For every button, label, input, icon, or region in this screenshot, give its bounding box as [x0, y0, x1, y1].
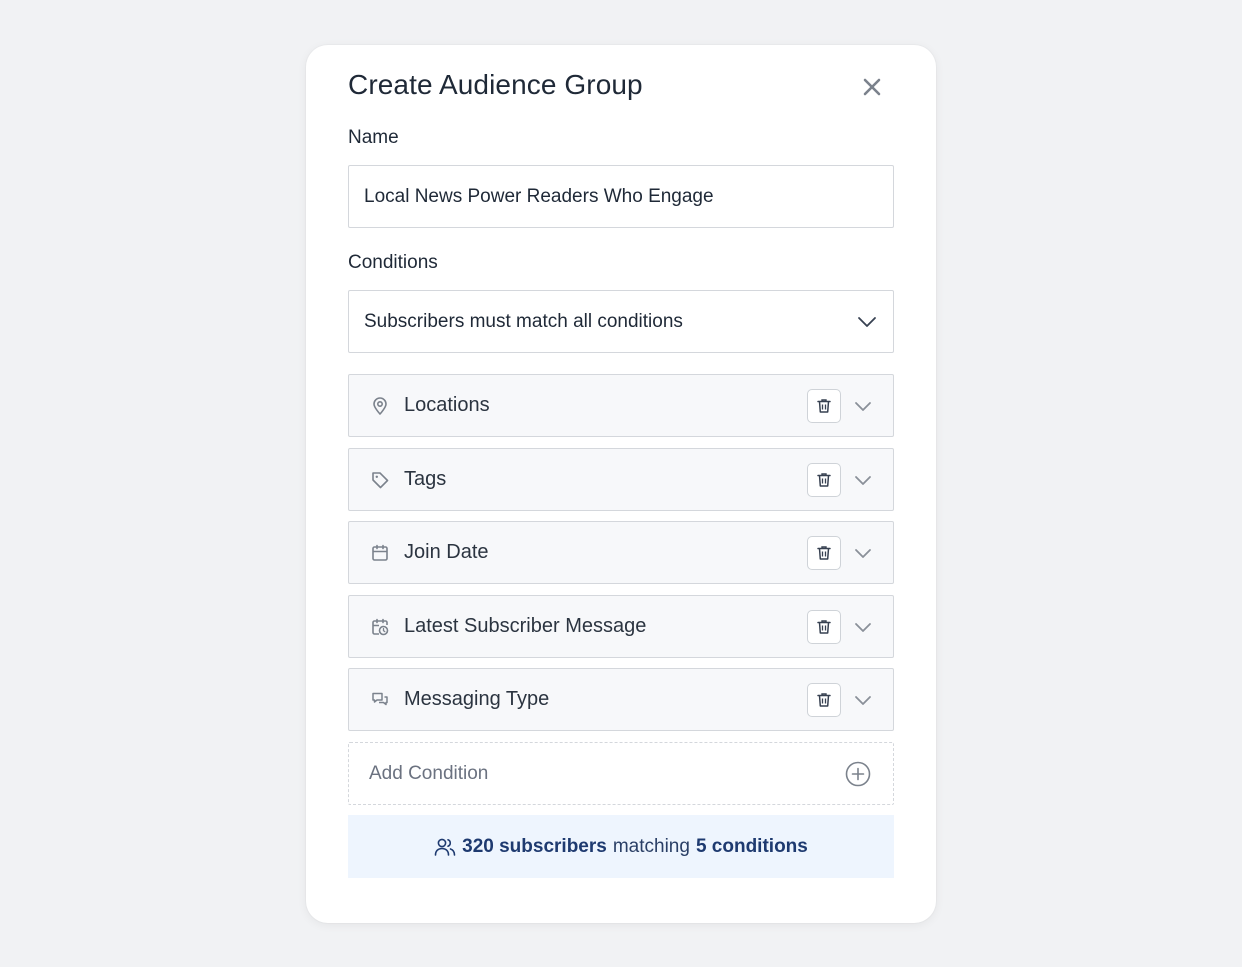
chevron-down-icon [855, 622, 871, 632]
condition-count: 5 conditions [695, 835, 808, 857]
trash-icon [817, 398, 831, 413]
chevron-down-icon [855, 475, 871, 485]
modal-title: Create Audience Group [348, 69, 643, 100]
delete-condition-button[interactable] [807, 682, 841, 717]
condition-row-join-date[interactable]: Join Date [348, 521, 894, 584]
expand-condition-chevron[interactable] [853, 396, 873, 416]
condition-label: Locations [404, 394, 490, 416]
chevron-down-icon [855, 548, 871, 558]
trash-icon [817, 619, 831, 634]
tag-icon [370, 470, 390, 490]
add-condition-button[interactable]: Add Condition [348, 742, 894, 805]
add-condition-label: Add Condition [369, 762, 489, 784]
name-label: Name [348, 127, 399, 148]
map-pin-icon [370, 396, 390, 416]
delete-condition-button[interactable] [807, 388, 841, 423]
trash-icon [817, 692, 831, 707]
chat-bubbles-icon [370, 690, 390, 710]
conditions-label: Conditions [348, 252, 438, 273]
audience-summary: 320 subscribers matching 5 conditions [348, 815, 894, 878]
condition-row-messaging-type[interactable]: Messaging Type [348, 668, 894, 731]
plus-circle-icon [845, 761, 871, 786]
subscriber-count: 320 subscribers [462, 835, 607, 857]
delete-condition-button[interactable] [807, 462, 841, 497]
delete-condition-button[interactable] [807, 609, 841, 644]
expand-condition-chevron[interactable] [853, 470, 873, 490]
expand-condition-chevron[interactable] [853, 543, 873, 563]
close-button[interactable] [858, 73, 886, 101]
condition-label: Tags [404, 468, 447, 490]
trash-icon [817, 472, 831, 487]
condition-row-locations[interactable]: Locations [348, 374, 894, 437]
condition-row-tags[interactable]: Tags [348, 448, 894, 511]
match-mode-select[interactable]: Subscribers must match all conditions [348, 290, 894, 353]
condition-label: Latest Subscriber Message [404, 615, 647, 637]
expand-condition-chevron[interactable] [853, 690, 873, 710]
chevron-down-icon [858, 316, 876, 327]
trash-icon [817, 545, 831, 560]
calendar-icon [370, 543, 390, 563]
condition-label: Messaging Type [404, 688, 550, 710]
create-audience-group-modal: Create Audience Group Name Conditions Su… [306, 45, 936, 923]
users-icon [434, 837, 456, 857]
condition-row-latest-subscriber-message[interactable]: Latest Subscriber Message [348, 595, 894, 658]
condition-label: Join Date [404, 541, 489, 563]
close-icon [863, 78, 881, 96]
name-input[interactable] [348, 165, 894, 228]
delete-condition-button[interactable] [807, 535, 841, 570]
summary-connector: matching [612, 835, 690, 857]
match-mode-value: Subscribers must match all conditions [364, 310, 683, 332]
chevron-down-icon [855, 401, 871, 411]
chevron-down-icon [855, 695, 871, 705]
expand-condition-chevron[interactable] [853, 617, 873, 637]
calendar-clock-icon [370, 617, 390, 637]
